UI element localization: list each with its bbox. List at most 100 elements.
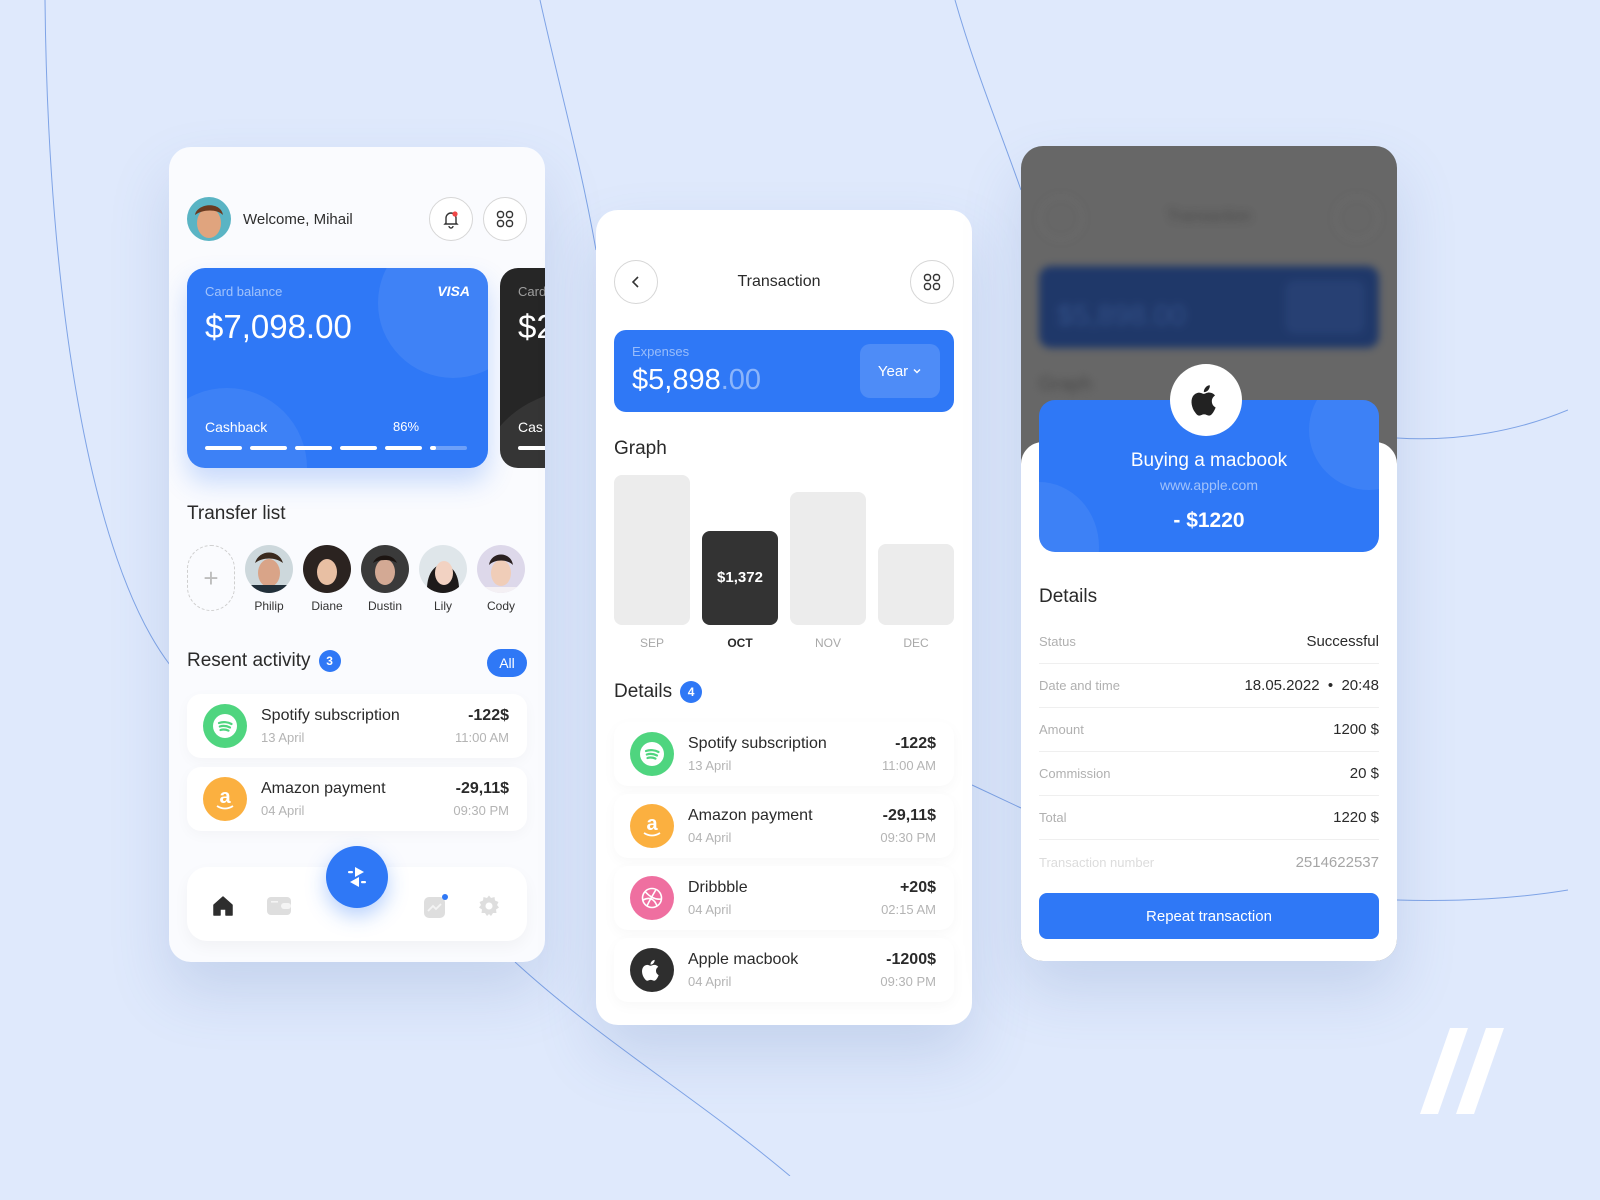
expenses-chart: SEP $1,372 OCT NOV DEC [614, 475, 956, 655]
purchase-amount: - $1220 [1173, 509, 1245, 532]
page-title: Transaction [737, 273, 821, 290]
bar-oct[interactable]: $1,372 [702, 530, 778, 625]
activity-name: Amazon payment [261, 780, 386, 797]
plus-icon: + [203, 562, 219, 593]
contact-dustin[interactable]: Dustin [361, 545, 409, 613]
transaction-name: Spotify subscription [688, 735, 827, 752]
activity-time: 09:30 PM [453, 803, 509, 818]
transaction-amount: -1200$ [886, 951, 936, 968]
repeat-transaction-button[interactable]: Repeat transaction [1039, 893, 1379, 939]
contact-name: Lily [433, 599, 452, 613]
visa-logo: VISA [437, 283, 470, 299]
contact-name: Diane [311, 599, 343, 613]
transaction-header: Transaction [614, 260, 954, 304]
chevron-down-icon [913, 369, 921, 374]
detail-value: Successful [1306, 633, 1379, 650]
details-title: Details 4 [614, 681, 703, 703]
expenses-card: Expenses $5,898.00 Year [614, 330, 954, 412]
bar-sep[interactable] [614, 475, 690, 625]
receipt-screen: Transaction $5,898.00 Graph Buying a mac… [1021, 146, 1397, 961]
balance-card[interactable]: Card balance VISA $7,098.00 Cashback 86% [187, 268, 488, 468]
period-value: Year [877, 362, 909, 380]
back-button[interactable] [614, 260, 658, 304]
transaction-date: 04 April [688, 974, 732, 989]
transaction-name: Dribbble [688, 879, 748, 896]
transaction-name: Amazon payment [688, 807, 813, 824]
detail-key: Total [1039, 810, 1067, 825]
dimmed-amount: $5,898.00 [1057, 300, 1187, 332]
contact-name: Dustin [367, 599, 402, 613]
notifications-button[interactable] [429, 197, 473, 241]
nav-wallet[interactable] [266, 893, 292, 919]
detail-value: 2514622537 [1295, 853, 1379, 871]
purchase-title: Buying a macbook [1130, 450, 1288, 471]
period-dropdown[interactable]: Year [860, 344, 940, 398]
contact-diane[interactable]: Diane [303, 545, 351, 613]
detail-key: Commission [1039, 766, 1111, 781]
detail-key: Transaction number [1039, 854, 1155, 870]
contact-cody[interactable]: Cody [477, 545, 525, 613]
grid-icon [923, 273, 941, 291]
recent-activity-title: Resent activity 3 [187, 650, 341, 672]
activity-name: Spotify subscription [261, 707, 400, 724]
detail-value: 18.05.2022 • 20:48 [1244, 677, 1379, 694]
secondary-card[interactable]: Card $2 Cas [500, 268, 545, 468]
details-count-badge: 4 [680, 681, 703, 703]
cashback-progress [205, 446, 467, 450]
activity-item[interactable]: Spotify subscription 13 April -122$ 11:00 … [187, 694, 527, 758]
progress-segment [430, 446, 467, 450]
contact-philip[interactable]: Philip [245, 545, 293, 613]
activity-date: 13 April [261, 730, 305, 745]
welcome-text: Welcome, Mihail [243, 210, 353, 228]
settings-icon [479, 895, 499, 916]
card-label: Card [518, 284, 545, 299]
home-icon [213, 896, 233, 916]
transaction-amount: -122$ [895, 735, 936, 752]
contact-name: Cody [486, 599, 515, 613]
nav-home[interactable] [210, 893, 236, 919]
x-tick-label: NOV [814, 636, 841, 650]
transaction-date: 04 April [688, 830, 732, 845]
transaction-item[interactable]: a Amazon payment 04 April -29,11$ 09:30 PM [614, 794, 954, 858]
bar-nov[interactable] [790, 491, 866, 625]
detail-row-transaction-number: Transaction number 2514622537 [1039, 840, 1379, 884]
card-balance: $7,098.00 [205, 308, 352, 345]
recent-activity-label: Resent activity [187, 650, 311, 672]
transaction-item[interactable]: Dribbble 04 April +20$ 02:15 AM [614, 866, 954, 930]
expenses-whole: $5,898 [632, 364, 721, 396]
detail-row-amount: Amount 1200 $ [1039, 708, 1379, 752]
add-contact-button[interactable]: + [187, 545, 235, 611]
view-all-button[interactable]: All [487, 649, 527, 677]
activity-time: 11:00 AM [455, 730, 509, 745]
x-tick-label: SEP [639, 636, 664, 650]
activity-amount: -29,11$ [455, 780, 509, 797]
transaction-item[interactable]: Apple macbook 04 April -1200$ 09:30 PM [614, 938, 954, 1002]
user-avatar[interactable] [187, 197, 231, 241]
merchant-url[interactable]: www.apple.com [1039, 477, 1379, 493]
transfer-list-title: Transfer list [187, 503, 286, 524]
nav-settings[interactable] [476, 893, 502, 919]
activity-count-badge: 3 [318, 650, 341, 672]
transfer-button[interactable] [326, 846, 388, 908]
bar-dec[interactable] [878, 544, 954, 625]
home-screen: Welcome, Mihail Card balance VISA $7,098… [169, 147, 545, 962]
menu-button[interactable] [910, 260, 954, 304]
transaction-amount: +20$ [899, 879, 936, 896]
x-tick-label: DEC [903, 636, 929, 650]
menu-button[interactable] [483, 197, 527, 241]
transfer-icon [348, 867, 366, 887]
svg-text:a: a [219, 786, 231, 808]
cashback-label: Cas [518, 419, 543, 435]
nav-analytics[interactable] [423, 893, 449, 919]
spotify-icon [203, 704, 247, 748]
progress-segment [340, 446, 377, 450]
transfer-list: + Philip Diane Dustin Lily Cody [187, 545, 525, 613]
receipt-details: Status Successful Date and time 18.05.2022… [1039, 620, 1379, 884]
transaction-item[interactable]: Spotify subscription 13 April -122$ 11:00 … [614, 722, 954, 786]
chart-icon [424, 894, 448, 918]
contact-lily[interactable]: Lily [419, 545, 467, 613]
svg-text:a: a [646, 813, 658, 835]
bell-icon [443, 211, 459, 229]
activity-item[interactable]: a Amazon payment 04 April -29,11$ 09:30 PM [187, 767, 527, 831]
transaction-amount: -29,11$ [882, 807, 936, 824]
